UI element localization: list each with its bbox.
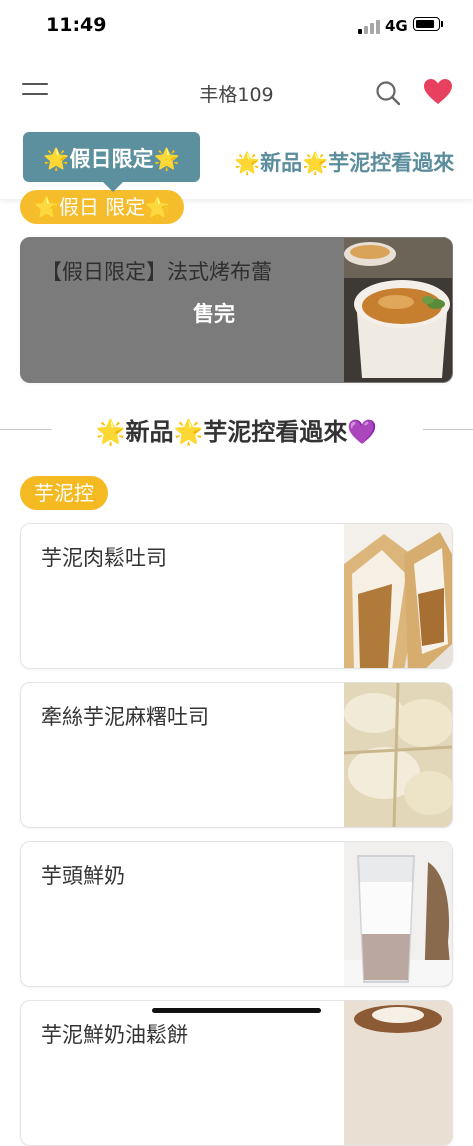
taro-waffle-image [344, 1001, 452, 1145]
creme-brulee-image [344, 238, 452, 382]
menu-item-card[interactable]: 芋泥肉鬆吐司 [20, 523, 453, 669]
status-time: 11:49 [46, 14, 107, 36]
section-tag-taro: 芋泥控 [20, 476, 108, 510]
menu-item-card[interactable]: 【假日限定】法式烤布蕾 售完 [20, 237, 453, 383]
heart-icon[interactable] [423, 78, 453, 106]
taro-floss-toast-image [344, 524, 452, 668]
store-title: 丰格109 [199, 84, 274, 106]
tooltip-arrow [103, 182, 123, 192]
tab-holiday-active[interactable]: 🌟假日限定🌟 [23, 132, 200, 192]
battery-icon [413, 17, 443, 31]
section-title-label: 🌟新品🌟芋泥控看過來💜 [95, 418, 378, 446]
tab-holiday-label: 🌟假日限定🌟 [43, 147, 180, 171]
taro-mochi-toast-image [344, 683, 452, 827]
menu-item-name: 【假日限定】法式烤布蕾 [41, 260, 272, 284]
app-header: 丰格109 [0, 60, 473, 126]
status-bar: 11:49 4G [0, 0, 473, 50]
signal-icon [358, 20, 380, 34]
menu-item-name: 芋泥肉鬆吐司 [41, 546, 167, 570]
section-title-new: 🌟新品🌟芋泥控看過來💜 [0, 410, 473, 450]
network-type: 4G [385, 17, 408, 35]
divider-line [423, 429, 473, 430]
menu-item-card[interactable]: 芋泥鮮奶油鬆餅 [20, 1000, 453, 1146]
sold-out-label: 售完 [193, 302, 235, 326]
home-indicator [152, 1008, 321, 1013]
menu-item-name: 芋頭鮮奶 [41, 864, 125, 888]
search-icon[interactable] [374, 79, 402, 107]
menu-item-name: 牽絲芋泥麻糬吐司 [41, 705, 209, 729]
menu-item-card[interactable]: 牽絲芋泥麻糬吐司 [20, 682, 453, 828]
taro-milk-image [344, 842, 452, 986]
menu-item-card[interactable]: 芋頭鮮奶 [20, 841, 453, 987]
section-tag-holiday: 🌟假日 限定🌟 [20, 190, 185, 224]
tab-new-taro[interactable]: 🌟新品🌟芋泥控看過來 [234, 147, 454, 177]
